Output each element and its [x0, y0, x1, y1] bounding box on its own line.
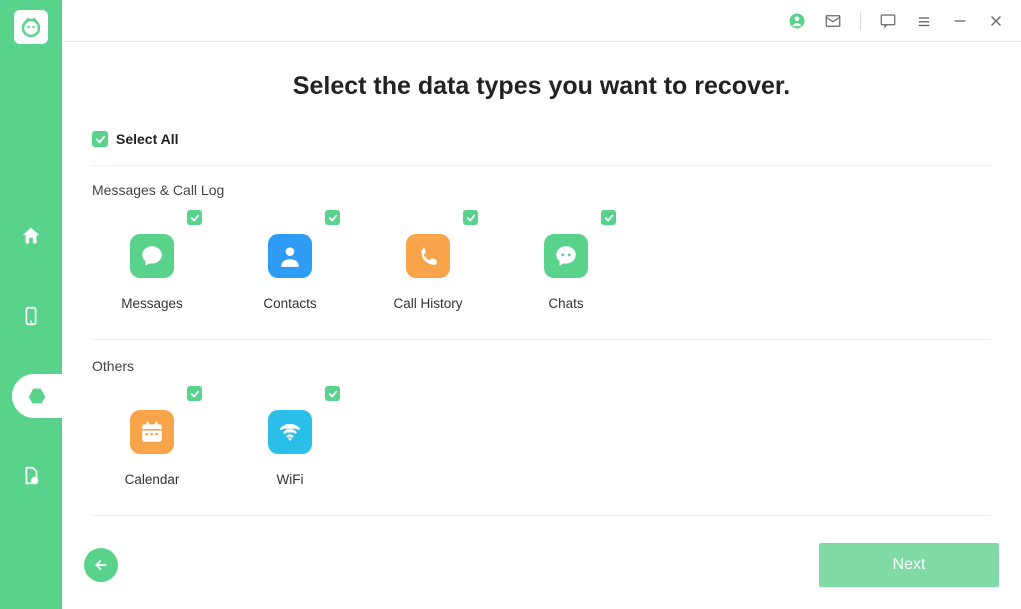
next-button-label: Next	[893, 556, 926, 574]
select-all-row[interactable]: Select All	[92, 131, 991, 166]
sidebar-item-phone[interactable]	[0, 294, 62, 338]
datatype-calendar[interactable]: Calendar	[92, 386, 212, 487]
person-icon	[268, 234, 312, 278]
section-grid-messages: Messages Contacts Call History	[92, 210, 991, 340]
page-title: Select the data types you want to recove…	[92, 72, 991, 101]
section-title-others: Others	[92, 358, 991, 374]
item-label: Messages	[121, 296, 183, 311]
datatype-call-history[interactable]: Call History	[368, 210, 488, 311]
minimize-icon[interactable]	[951, 12, 969, 30]
item-label: WiFi	[277, 472, 304, 487]
main-content: Select the data types you want to recove…	[62, 0, 1021, 609]
footer: Next	[62, 543, 1021, 609]
item-label: Calendar	[125, 472, 180, 487]
menu-icon[interactable]	[915, 12, 933, 30]
back-button[interactable]	[84, 548, 118, 582]
calendar-icon	[130, 410, 174, 454]
check-icon	[325, 386, 340, 401]
sidebar-item-home[interactable]	[0, 214, 62, 258]
datatype-contacts[interactable]: Contacts	[230, 210, 350, 311]
user-icon[interactable]	[788, 12, 806, 30]
next-button[interactable]: Next	[819, 543, 999, 587]
sidebar-item-doc-alert[interactable]: !	[0, 454, 62, 498]
divider	[860, 12, 861, 30]
datatype-chats[interactable]: Chats	[506, 210, 626, 311]
item-label: Contacts	[263, 296, 316, 311]
check-icon	[187, 386, 202, 401]
svg-text:!: !	[34, 478, 36, 484]
wifi-icon	[268, 410, 312, 454]
feedback-icon[interactable]	[879, 12, 897, 30]
close-icon[interactable]	[987, 12, 1005, 30]
sidebar-nav: !	[0, 214, 62, 498]
check-icon	[325, 210, 340, 225]
content-area: Select the data types you want to recove…	[62, 42, 1021, 609]
check-icon	[601, 210, 616, 225]
mail-icon[interactable]	[824, 12, 842, 30]
section-title-messages: Messages & Call Log	[92, 182, 991, 198]
item-label: Call History	[393, 296, 462, 311]
chat-bubble-icon	[130, 234, 174, 278]
select-all-label: Select All	[116, 131, 179, 147]
phone-icon	[406, 234, 450, 278]
select-all-checkbox[interactable]	[92, 131, 108, 147]
datatype-messages[interactable]: Messages	[92, 210, 212, 311]
check-icon	[463, 210, 478, 225]
sidebar-item-drive[interactable]	[12, 374, 62, 418]
window-controls	[62, 0, 1021, 42]
section-grid-others: Calendar WiFi	[92, 386, 991, 516]
sidebar: !	[0, 0, 62, 609]
datatype-wifi[interactable]: WiFi	[230, 386, 350, 487]
item-label: Chats	[548, 296, 583, 311]
app-logo	[14, 10, 48, 44]
chat-dots-icon	[544, 234, 588, 278]
check-icon	[187, 210, 202, 225]
